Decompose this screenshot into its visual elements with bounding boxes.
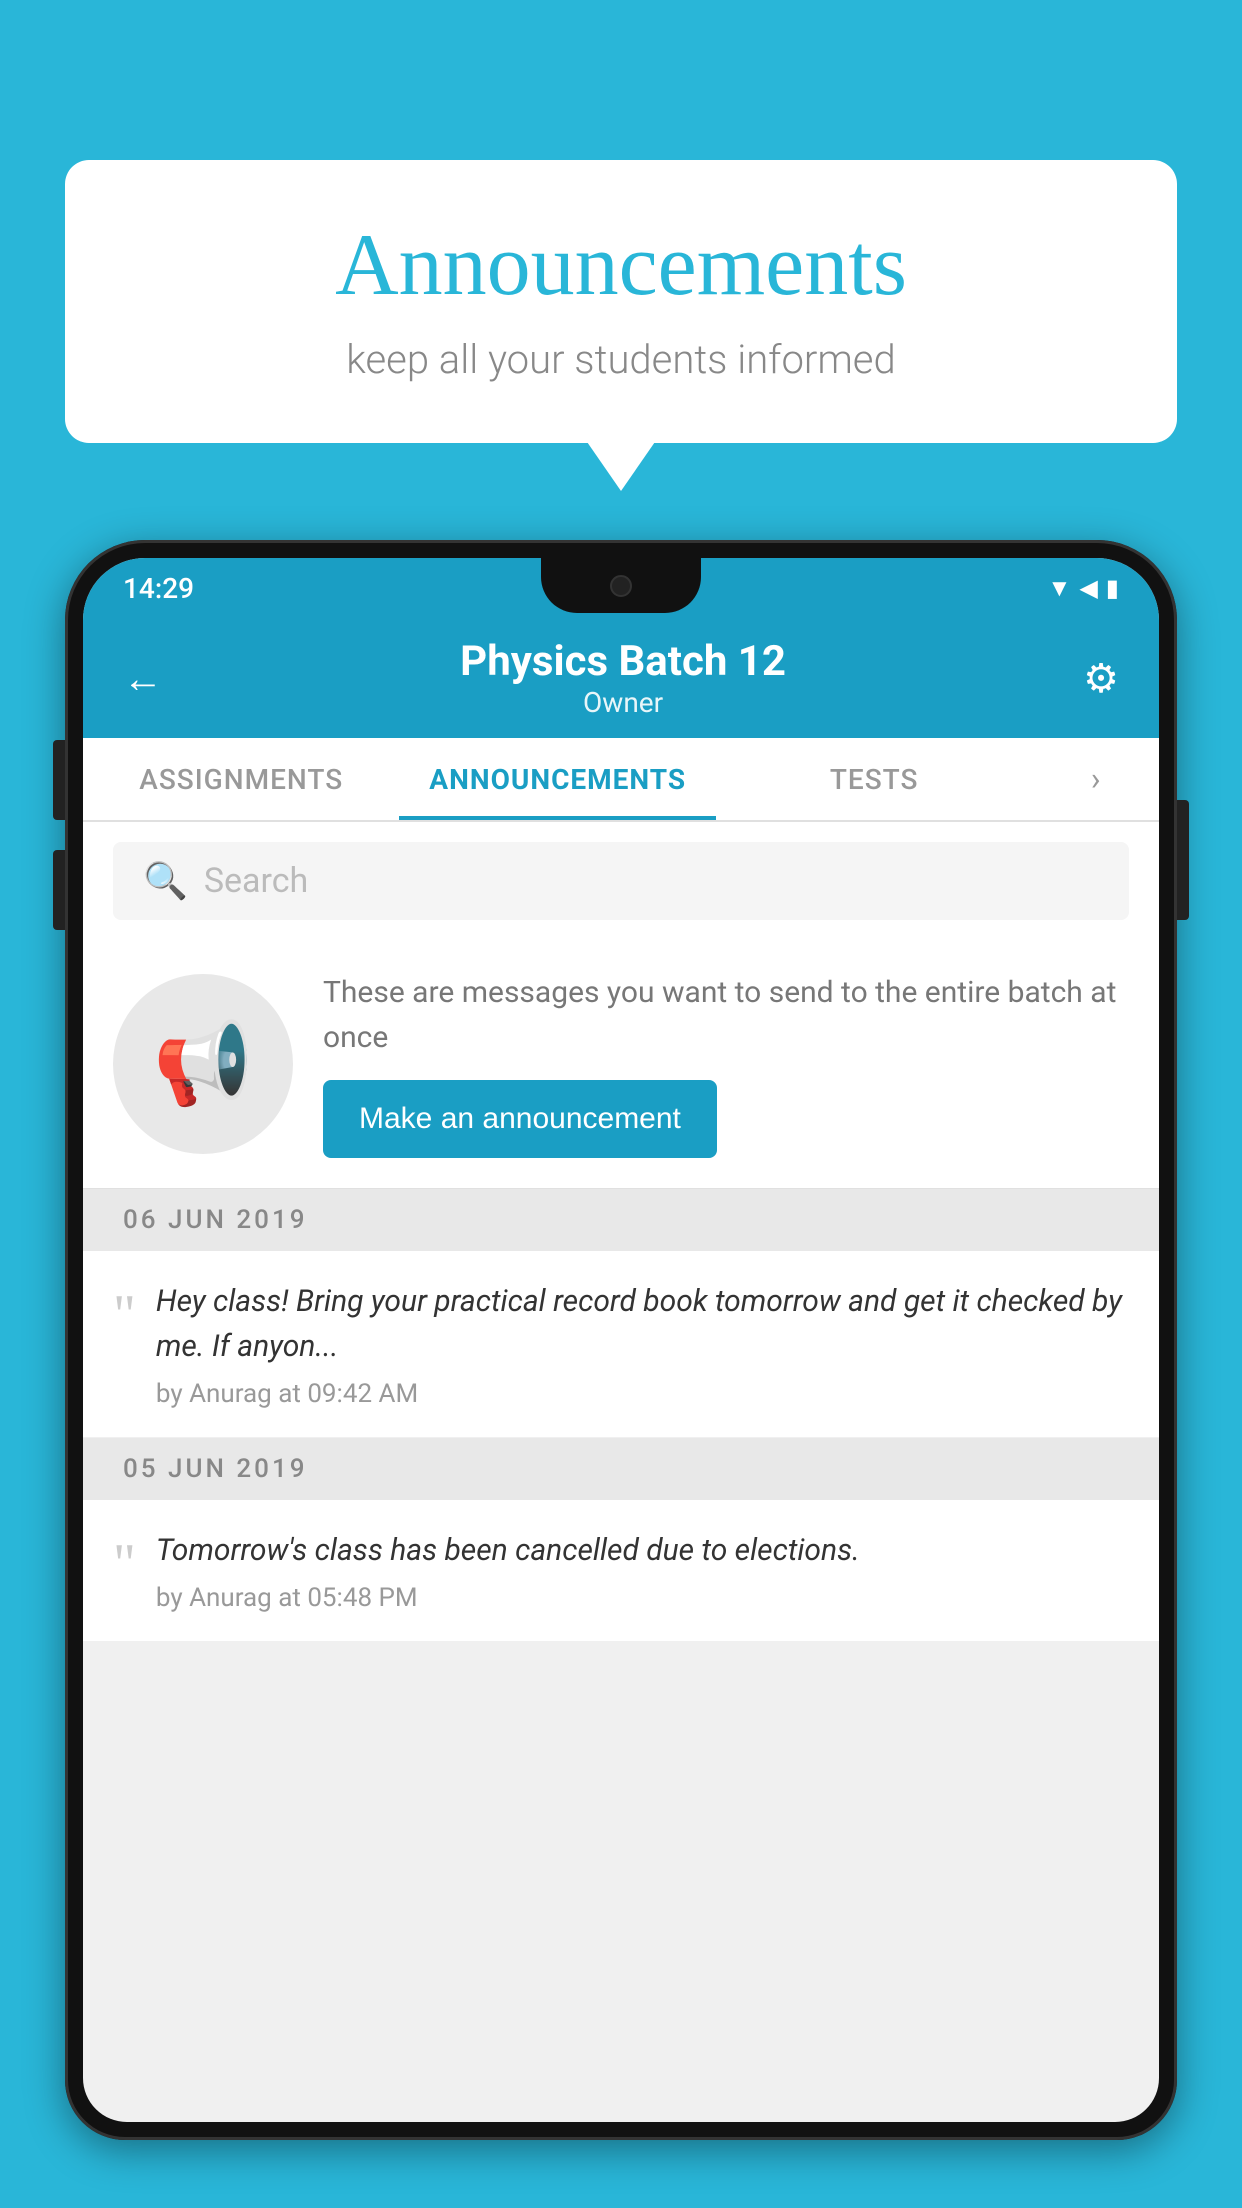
battery-icon: ▮ — [1106, 574, 1119, 602]
megaphone-icon: 📢 — [153, 1017, 253, 1111]
bubble-subtitle: keep all your students informed — [125, 336, 1117, 383]
phone-volume-down-button — [53, 850, 65, 930]
tab-assignments[interactable]: ASSIGNMENTS — [83, 738, 399, 820]
header-subtitle: Owner — [460, 686, 786, 719]
search-bar[interactable]: 🔍 Search — [113, 842, 1129, 920]
announcement-content-2: Tomorrow's class has been cancelled due … — [156, 1528, 1129, 1613]
speech-bubble-section: Announcements keep all your students inf… — [65, 160, 1177, 443]
announcement-content-1: Hey class! Bring your practical record b… — [156, 1279, 1129, 1409]
search-placeholder: Search — [204, 861, 308, 901]
tab-tests[interactable]: TESTS — [716, 738, 1032, 820]
announcement-description: These are messages you want to send to t… — [323, 970, 1129, 1060]
phone-screen: 14:29 ▼ ◀ ▮ ← Physics Batch 12 Owner ⚙ — [83, 558, 1159, 2122]
announcement-text-2: Tomorrow's class has been cancelled due … — [156, 1528, 1129, 1573]
announcement-item-1: " Hey class! Bring your practical record… — [83, 1251, 1159, 1438]
app-header: ← Physics Batch 12 Owner ⚙ — [83, 618, 1159, 738]
phone-outer: 14:29 ▼ ◀ ▮ ← Physics Batch 12 Owner ⚙ — [65, 540, 1177, 2140]
front-camera — [610, 575, 632, 597]
search-container: 🔍 Search — [83, 822, 1159, 940]
make-announcement-button[interactable]: Make an announcement — [323, 1080, 717, 1158]
announcement-text-1: Hey class! Bring your practical record b… — [156, 1279, 1129, 1369]
settings-icon[interactable]: ⚙ — [1083, 655, 1119, 702]
quote-icon-1: " — [113, 1287, 136, 1343]
bubble-title: Announcements — [125, 215, 1117, 316]
announcement-prompt: 📢 These are messages you want to send to… — [83, 940, 1159, 1189]
header-title: Physics Batch 12 — [460, 637, 786, 686]
tab-announcements[interactable]: ANNOUNCEMENTS — [399, 738, 715, 820]
tab-more[interactable]: › — [1032, 738, 1159, 820]
announcement-right: These are messages you want to send to t… — [323, 970, 1129, 1158]
date-separator-2: 05 JUN 2019 — [83, 1438, 1159, 1500]
status-icons: ▼ ◀ ▮ — [1048, 574, 1119, 603]
signal-icon: ◀ — [1079, 574, 1097, 602]
header-center: Physics Batch 12 Owner — [460, 637, 786, 719]
quote-icon-2: " — [113, 1536, 136, 1592]
announcement-meta-2: by Anurag at 05:48 PM — [156, 1583, 1129, 1613]
phone-wrapper: 14:29 ▼ ◀ ▮ ← Physics Batch 12 Owner ⚙ — [65, 540, 1177, 2208]
phone-power-button — [1177, 800, 1189, 920]
phone-volume-up-button — [53, 740, 65, 820]
phone-notch — [541, 558, 701, 613]
status-time: 14:29 — [123, 572, 194, 605]
speech-bubble: Announcements keep all your students inf… — [65, 160, 1177, 443]
search-icon: 🔍 — [143, 860, 188, 902]
announcement-item-2: " Tomorrow's class has been cancelled du… — [83, 1500, 1159, 1642]
announcement-icon-circle: 📢 — [113, 974, 293, 1154]
date-separator-1: 06 JUN 2019 — [83, 1189, 1159, 1251]
tabs-container: ASSIGNMENTS ANNOUNCEMENTS TESTS › — [83, 738, 1159, 822]
announcement-meta-1: by Anurag at 09:42 AM — [156, 1379, 1129, 1409]
wifi-icon: ▼ — [1048, 574, 1072, 603]
back-button[interactable]: ← — [123, 655, 163, 702]
